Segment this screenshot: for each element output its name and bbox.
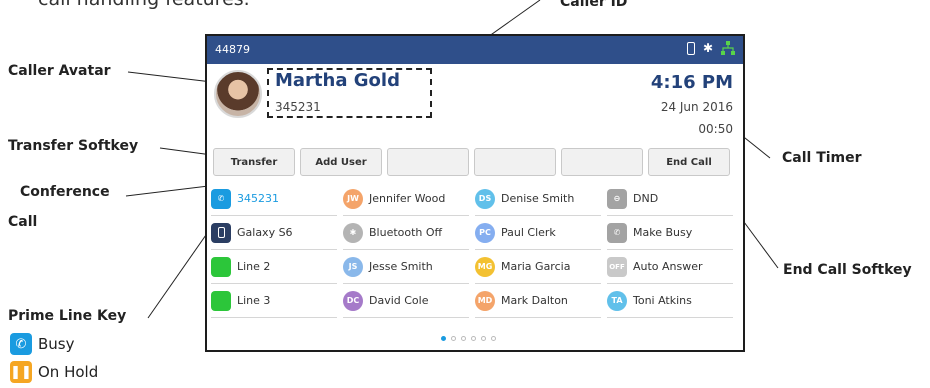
end-call-button[interactable]: End Call	[648, 148, 730, 176]
prime-line-key[interactable]: ✆ 345231	[211, 182, 337, 216]
caller-number: 345231	[275, 100, 321, 114]
line-icon	[211, 290, 231, 311]
caller-id-callout: Caller ID	[560, 0, 628, 10]
line-key-column-4: ⊖ DND ✆ Make Busy OFF Auto Answer TA Ton…	[607, 182, 733, 318]
empty-softkey-5[interactable]	[561, 148, 643, 176]
phone-icon: ✆	[10, 333, 32, 355]
line-key-toni-atkins[interactable]: TA Toni Atkins	[607, 284, 733, 318]
avatar-jw: JW	[343, 188, 363, 209]
phone-screen: 44879 ✱ Martha Gold 345231 4:16 PM 24 Ju…	[205, 34, 745, 352]
line-key-galaxy-s6[interactable]: Galaxy S6	[211, 216, 337, 250]
line-key-label: Maria Garcia	[501, 260, 571, 273]
clock-time: 4:16 PM	[650, 72, 733, 93]
bluetooth-icon: ✱	[343, 222, 363, 243]
handset-icon	[686, 41, 695, 55]
line-key-bluetooth-off[interactable]: ✱ Bluetooth Off	[343, 216, 469, 250]
status-bar: 44879 ✱	[207, 36, 743, 64]
line-key-jesse-smith[interactable]: JS Jesse Smith	[343, 250, 469, 284]
transfer-button[interactable]: Transfer	[213, 148, 295, 176]
line-key-label: Line 3	[237, 294, 271, 307]
transfer-softkey-callout: Transfer Softkey	[8, 138, 139, 154]
avatar-ta: TA	[607, 290, 627, 311]
line-key-label: Line 2	[237, 260, 271, 273]
page-dot-2[interactable]	[451, 336, 456, 341]
line-key-denise-smith[interactable]: DS Denise Smith	[475, 182, 601, 216]
line-key-make-busy[interactable]: ✆ Make Busy	[607, 216, 733, 250]
line-key-label: DND	[633, 192, 659, 205]
call-timer: 00:50	[698, 122, 733, 136]
clock-date: 24 Jun 2016	[660, 100, 733, 114]
line-key-line-3[interactable]: Line 3	[211, 284, 337, 318]
line-key-label: Jennifer Wood	[369, 192, 446, 205]
line-key-label: Mark Dalton	[501, 294, 568, 307]
phone-icon: ✆	[211, 188, 231, 209]
line-key-paul-clerk[interactable]: PC Paul Clerk	[475, 216, 601, 250]
avatar-pc: PC	[475, 222, 495, 243]
pause-icon: ❚❚	[10, 361, 32, 383]
extension-number: 44879	[215, 43, 250, 56]
conference-call-callout: Conference	[20, 184, 110, 200]
line-key-column-2: JW Jennifer Wood ✱ Bluetooth Off JS Jess…	[343, 182, 469, 318]
line-key-label: David Cole	[369, 294, 429, 307]
line-key-dnd[interactable]: ⊖ DND	[607, 182, 733, 216]
dnd-icon: ⊖	[607, 188, 627, 209]
empty-softkey-3[interactable]	[387, 148, 469, 176]
line-key-line-2[interactable]: Line 2	[211, 250, 337, 284]
bluetooth-icon: ✱	[702, 41, 713, 55]
line-icon	[211, 256, 231, 277]
page-dot-4[interactable]	[471, 336, 476, 341]
avatar-md: MD	[475, 290, 495, 311]
avatar-ds: DS	[475, 188, 495, 209]
page-dot-6[interactable]	[491, 336, 496, 341]
line-key-mark-dalton[interactable]: MD Mark Dalton	[475, 284, 601, 318]
line-key-label: Paul Clerk	[501, 226, 556, 239]
line-key-column-3: DS Denise Smith PC Paul Clerk MG Maria G…	[475, 182, 601, 318]
page-dot-3[interactable]	[461, 336, 466, 341]
avatar-mg: MG	[475, 256, 495, 277]
line-key-david-cole[interactable]: DC David Cole	[343, 284, 469, 318]
line-key-label: Denise Smith	[501, 192, 575, 205]
line-key-jennifer-wood[interactable]: JW Jennifer Wood	[343, 182, 469, 216]
mobile-icon	[211, 222, 231, 243]
softkey-bar: Transfer Add User End Call	[213, 148, 730, 176]
conference-call-callout-2: Call	[8, 214, 38, 230]
line-key-label: Auto Answer	[633, 260, 703, 273]
line-key-column-1: ✆ 345231 Galaxy S6 Line 2 Line 3	[211, 182, 337, 318]
page-indicator[interactable]	[441, 336, 496, 341]
prime-line-key-callout: Prime Line Key	[8, 308, 127, 324]
legend-busy: ✆ Busy	[10, 333, 75, 355]
avatar-js: JS	[343, 256, 363, 277]
caller-name: Martha Gold	[275, 70, 400, 91]
line-key-label: Jesse Smith	[369, 260, 433, 273]
line-key-label: Galaxy S6	[237, 226, 293, 239]
add-user-button[interactable]: Add User	[300, 148, 382, 176]
line-key-label: Toni Atkins	[633, 294, 692, 307]
intro-text: call handling features.	[38, 0, 250, 10]
end-call-softkey-callout: End Call Softkey	[783, 262, 912, 278]
line-key-auto-answer[interactable]: OFF Auto Answer	[607, 250, 733, 284]
legend-on-hold-label: On Hold	[38, 363, 99, 381]
make-busy-icon: ✆	[607, 222, 627, 243]
page-dot-1[interactable]	[441, 336, 446, 341]
line-key-label: Make Busy	[633, 226, 693, 239]
avatar-dc: DC	[343, 290, 363, 311]
line-key-label: Bluetooth Off	[369, 226, 443, 239]
line-key-label: 345231	[237, 192, 279, 205]
network-icon	[721, 41, 735, 55]
caller-avatar	[214, 70, 262, 118]
legend-on-hold: ❚❚ On Hold	[10, 361, 98, 383]
empty-softkey-4[interactable]	[474, 148, 556, 176]
call-timer-callout: Call Timer	[782, 150, 862, 166]
legend-busy-label: Busy	[38, 335, 75, 353]
page-dot-5[interactable]	[481, 336, 486, 341]
line-key-maria-garcia[interactable]: MG Maria Garcia	[475, 250, 601, 284]
caller-avatar-callout: Caller Avatar	[8, 63, 111, 79]
auto-answer-icon: OFF	[607, 256, 627, 277]
